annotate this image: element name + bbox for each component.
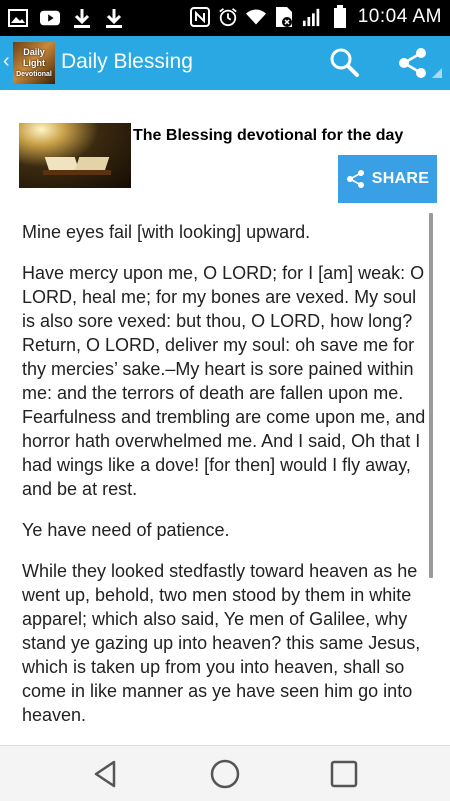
app-logo[interactable]: Daily Light Devotional: [13, 42, 55, 84]
up-chevron-icon[interactable]: ‹: [3, 50, 10, 73]
status-time: 10:04 AM: [357, 6, 442, 27]
book-base: [43, 170, 111, 175]
download-icon: [104, 5, 124, 31]
nav-recents-button[interactable]: [328, 758, 360, 790]
back-icon: [94, 760, 116, 788]
signal-icon: [302, 4, 322, 30]
share-button[interactable]: [394, 44, 432, 82]
alarm-icon: [218, 4, 238, 30]
download-icon: [72, 5, 92, 31]
share-icon: [399, 48, 426, 78]
status-bar: 10:04 AM: [0, 0, 450, 36]
app-logo-text-1: Daily: [23, 47, 45, 57]
devotional-paragraph: While they looked stedfastly toward heav…: [22, 561, 421, 725]
devotional-paragraph: Mine eyes fail [with looking] upward.: [22, 222, 311, 242]
search-button[interactable]: [326, 44, 364, 82]
devotional-content[interactable]: Mine eyes fail [with looking] upward. Ha…: [22, 220, 427, 745]
search-icon: [330, 48, 359, 77]
wifi-icon: [245, 4, 266, 30]
share-devotional-button[interactable]: SHARE: [338, 155, 437, 203]
devotional-paragraph: Have mercy upon me, O LORD; for I [am] w…: [22, 263, 426, 499]
picture-icon: [8, 5, 28, 31]
overflow-indicator: [432, 68, 442, 78]
nav-back-button[interactable]: [90, 758, 122, 790]
app-logo-text-3: Devotional: [16, 71, 52, 78]
app-logo-text-2: Light: [23, 58, 45, 68]
nfc-icon: [189, 4, 210, 30]
bible-image: [19, 123, 131, 188]
share-icon: [346, 170, 364, 188]
sim-icon: [274, 4, 294, 30]
devotional-heading: The Blessing devotional for the day: [133, 127, 404, 144]
youtube-icon: [40, 5, 60, 31]
battery-icon: [330, 4, 350, 30]
app-title: Daily Blessing: [61, 50, 193, 73]
scrollbar[interactable]: [429, 213, 433, 578]
app-bar: ‹ Daily Light Devotional Daily Blessing: [0, 36, 450, 90]
home-icon: [210, 759, 240, 789]
devotional-paragraph: Ye have need of patience.: [22, 520, 230, 540]
book-page-right: [74, 157, 110, 171]
book-page-left: [44, 157, 80, 171]
nav-bar: [0, 745, 450, 801]
recents-icon: [330, 760, 358, 788]
share-button-label: SHARE: [371, 170, 430, 187]
nav-home-button[interactable]: [209, 758, 241, 790]
